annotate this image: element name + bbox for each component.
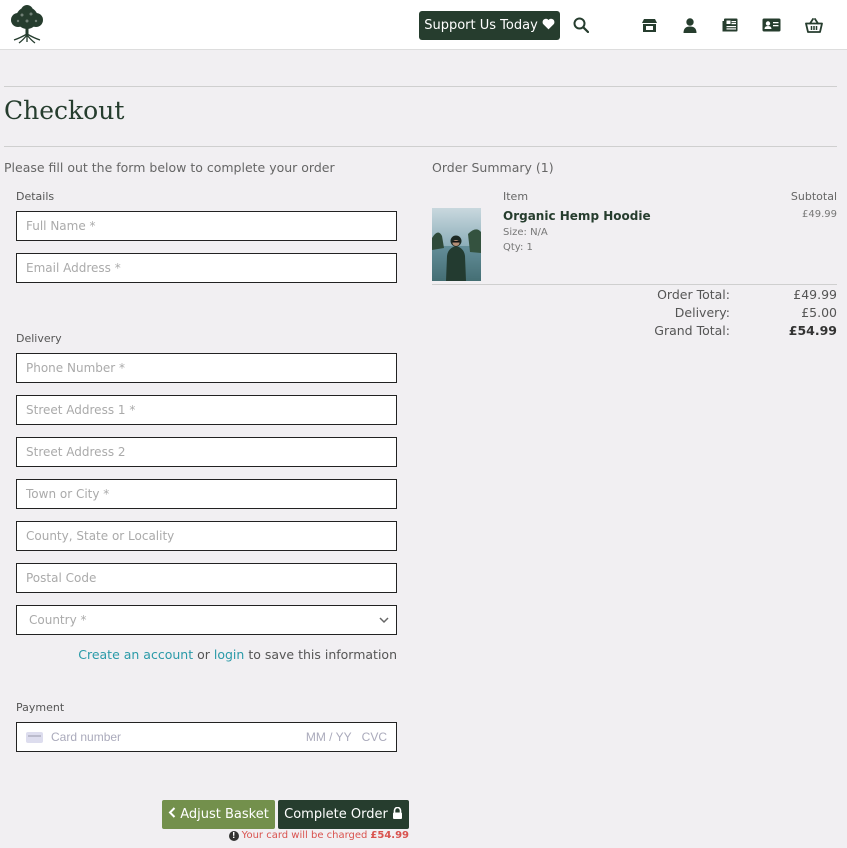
chevron-left-icon [168,807,176,822]
heart-icon [542,18,555,33]
order-total-value: £49.99 [793,287,837,302]
lock-icon [392,806,403,823]
card-cvc-placeholder: CVC [361,730,387,744]
item-column-header: Item [503,190,529,203]
postcode-placeholder: Postal Code [26,571,97,585]
divider [4,86,837,87]
payment-label: Payment [16,701,65,714]
postcode-input[interactable]: Postal Code [16,563,397,593]
page-title: Checkout [4,96,125,125]
county-placeholder: County, State or Locality [26,529,175,543]
county-input[interactable]: County, State or Locality [16,521,397,551]
charge-text: Your card will be charged [241,830,368,841]
chevron-down-icon [378,614,390,626]
basket-icon[interactable] [804,15,824,35]
street-address-2-input[interactable]: Street Address 2 [16,437,397,467]
order-summary-title: Order Summary (1) [432,160,554,175]
product-price: £49.99 [802,209,837,220]
charge-amount: £54.99 [370,830,409,841]
top-navbar: Support Us Today [0,0,847,50]
credit-card-icon [26,731,43,743]
grand-total-value: £54.99 [788,323,837,338]
phone-input[interactable]: Phone Number * [16,353,397,383]
full-name-input[interactable]: Full Name * [16,211,397,241]
town-placeholder: Town or City * [26,487,110,501]
adjust-basket-button[interactable]: Adjust Basket [162,800,275,829]
charge-notice: ! Your card will be charged £54.99 [224,830,409,841]
search-icon[interactable] [571,15,591,35]
full-name-placeholder: Full Name * [26,219,96,233]
tree-logo[interactable] [8,5,46,45]
complete-order-label: Complete Order [284,807,388,822]
product-image[interactable] [432,208,481,281]
card-input[interactable]: Card number MM / YY CVC [16,722,397,752]
or-text: or [197,647,210,662]
delivery-label: Delivery [16,332,62,345]
street2-placeholder: Street Address 2 [26,445,126,459]
subtotal-column-header: Subtotal [790,190,837,203]
account-prompt: Create an account or login to save this … [16,647,397,662]
delivery-cost-value: £5.00 [801,305,837,320]
contact-card-icon[interactable] [761,15,781,35]
product-size: Size: N/A [503,227,548,238]
street1-placeholder: Street Address 1 * [26,403,136,417]
card-expiry-placeholder: MM / YY [305,730,352,744]
email-input[interactable]: Email Address * [16,253,397,283]
support-us-button[interactable]: Support Us Today [419,11,560,40]
shop-icon[interactable] [639,15,659,35]
country-select[interactable]: Country * [16,605,397,635]
card-number-placeholder: Card number [51,730,122,744]
save-info-text: to save this information [248,647,397,662]
email-placeholder: Email Address * [26,261,121,275]
login-link[interactable]: login [214,647,244,662]
adjust-basket-label: Adjust Basket [180,807,269,822]
user-icon[interactable] [680,15,700,35]
info-icon: ! [228,830,239,841]
form-intro: Please fill out the form below to comple… [4,160,335,175]
product-qty: Qty: 1 [503,242,533,253]
town-input[interactable]: Town or City * [16,479,397,509]
divider [4,146,837,147]
delivery-cost-label: Delivery: [674,305,730,320]
street-address-1-input[interactable]: Street Address 1 * [16,395,397,425]
details-label: Details [16,190,55,203]
order-total-label: Order Total: [657,287,730,302]
phone-placeholder: Phone Number * [26,361,126,375]
complete-order-button[interactable]: Complete Order [278,800,409,829]
news-icon[interactable] [720,15,740,35]
country-selected-value: Country * [29,613,87,627]
summary-divider [432,284,837,285]
create-account-link[interactable]: Create an account [78,647,193,662]
grand-total-label: Grand Total: [654,323,730,338]
product-name[interactable]: Organic Hemp Hoodie [503,209,651,223]
support-button-label: Support Us Today [424,18,538,33]
